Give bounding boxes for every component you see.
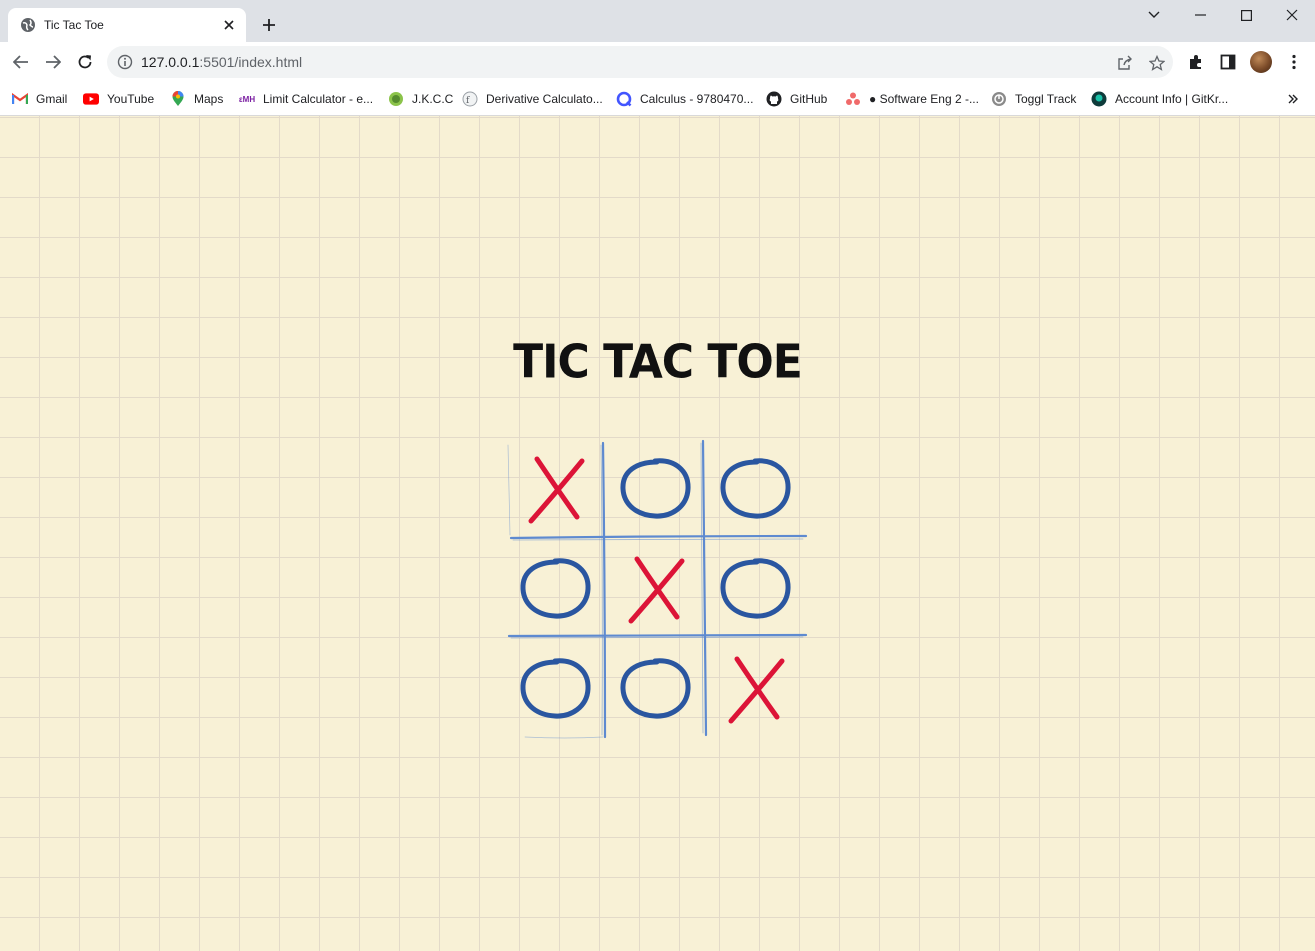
forward-arrow-icon[interactable] (41, 50, 65, 74)
bookmark-youtube[interactable]: YouTube (83, 90, 154, 108)
tab-search-chevron-icon[interactable] (1131, 4, 1177, 26)
board-cell[interactable] (507, 641, 603, 737)
browser-tab[interactable]: Tic Tac Toe (8, 8, 246, 42)
board-cell[interactable] (607, 441, 703, 537)
bookmark-label: Calculus - 9780470... (640, 92, 754, 106)
github-icon (766, 91, 782, 107)
bookmark-label: Maps (194, 92, 224, 106)
bookmark-label: YouTube (107, 92, 155, 106)
o-mark-icon (520, 558, 591, 619)
o-mark-icon (720, 458, 791, 519)
bookmark-limit-calculator[interactable]: εMH Limit Calculator - e... (239, 90, 373, 108)
new-tab-button[interactable] (258, 14, 280, 36)
tab-strip: Tic Tac Toe (0, 0, 1315, 42)
board-cell[interactable] (607, 641, 703, 737)
bookmark-label: Derivative Calculato... (486, 92, 603, 106)
bookmark-toggl[interactable]: Toggl Track (991, 90, 1076, 108)
tab-title: Tic Tac Toe (44, 18, 104, 32)
bookmark-maps[interactable]: Maps (170, 90, 223, 108)
o-mark-icon (520, 658, 591, 719)
board-cell[interactable] (707, 641, 803, 737)
bookmark-label: Account Info | GitKr... (1115, 92, 1229, 106)
board-cell[interactable] (507, 441, 603, 537)
bookmark-label: Limit Calculator - e... (263, 92, 374, 106)
x-mark-icon (628, 556, 685, 624)
bookmark-label: GitHub (790, 92, 828, 106)
side-panel-icon[interactable] (1218, 52, 1238, 72)
globe-icon (21, 18, 35, 32)
o-mark-icon (620, 458, 691, 519)
url-host: 127.0.0.1 (141, 54, 200, 70)
bookmark-gitkraken[interactable]: Account Info | GitKr... (1091, 90, 1228, 108)
o-mark-icon (620, 658, 691, 719)
profile-avatar[interactable] (1250, 51, 1272, 73)
bookmark-github[interactable]: GitHub (766, 90, 827, 108)
maximize-icon[interactable] (1223, 4, 1269, 26)
back-arrow-icon[interactable] (9, 50, 33, 74)
minimize-icon[interactable] (1177, 4, 1223, 26)
site-info-icon[interactable] (117, 54, 133, 70)
bookmark-label: J.K.C.C (412, 92, 454, 106)
x-mark-icon (728, 656, 785, 724)
bookmark-gmail[interactable]: Gmail (12, 90, 67, 108)
emathhelp-icon: εMH (238, 94, 256, 104)
extensions-puzzle-icon[interactable] (1186, 52, 1206, 72)
board-cell[interactable] (707, 441, 803, 537)
game-title: TIC TAC TOE (513, 335, 803, 390)
o-mark-icon (720, 558, 791, 619)
url-text: 127.0.0.1:5501/index.html (141, 54, 302, 70)
page-content: TIC TAC TOE (0, 116, 1315, 951)
gitkraken-icon (1091, 91, 1107, 107)
close-tab-icon[interactable] (220, 16, 238, 34)
asana-icon (845, 91, 861, 107)
board-cell[interactable] (507, 541, 603, 637)
close-window-icon[interactable] (1269, 4, 1315, 26)
bookmark-jkcc[interactable]: J.K.C.C (388, 90, 453, 108)
share-icon[interactable] (1116, 54, 1134, 72)
kebab-menu-icon[interactable] (1284, 52, 1304, 72)
toggl-icon (991, 91, 1007, 107)
board-cell[interactable] (707, 541, 803, 637)
youtube-icon (83, 91, 99, 107)
bookmark-derivative-calculator[interactable]: f Derivative Calculato... (462, 90, 603, 108)
bookmark-star-icon[interactable] (1148, 54, 1166, 72)
game-board (505, 439, 809, 741)
url-path: :5501/index.html (199, 54, 303, 70)
reload-icon[interactable] (73, 50, 97, 74)
more-bookmarks-chevron-icon[interactable] (1284, 90, 1302, 108)
maps-icon (170, 91, 186, 107)
bookmark-label: Toggl Track (1015, 92, 1077, 106)
derivative-icon: f (462, 91, 478, 107)
bookmark-software-eng[interactable]: ● Software Eng 2 -... (845, 90, 979, 108)
x-mark-icon (528, 456, 585, 524)
quizlet-icon (616, 91, 632, 107)
gmail-icon (12, 91, 28, 107)
bookmark-label: ● Software Eng 2 -... (869, 92, 979, 106)
address-bar[interactable]: 127.0.0.1:5501/index.html (107, 46, 1173, 78)
board-cell[interactable] (607, 541, 703, 637)
bookmark-label: Gmail (36, 92, 68, 106)
jkcc-icon (388, 91, 404, 107)
browser-toolbar: 127.0.0.1:5501/index.html (0, 42, 1315, 82)
bookmark-calculus[interactable]: Calculus - 9780470... (616, 90, 753, 108)
bookmarks-bar: Gmail YouTube Maps εMH Limit Calculator … (0, 82, 1315, 116)
